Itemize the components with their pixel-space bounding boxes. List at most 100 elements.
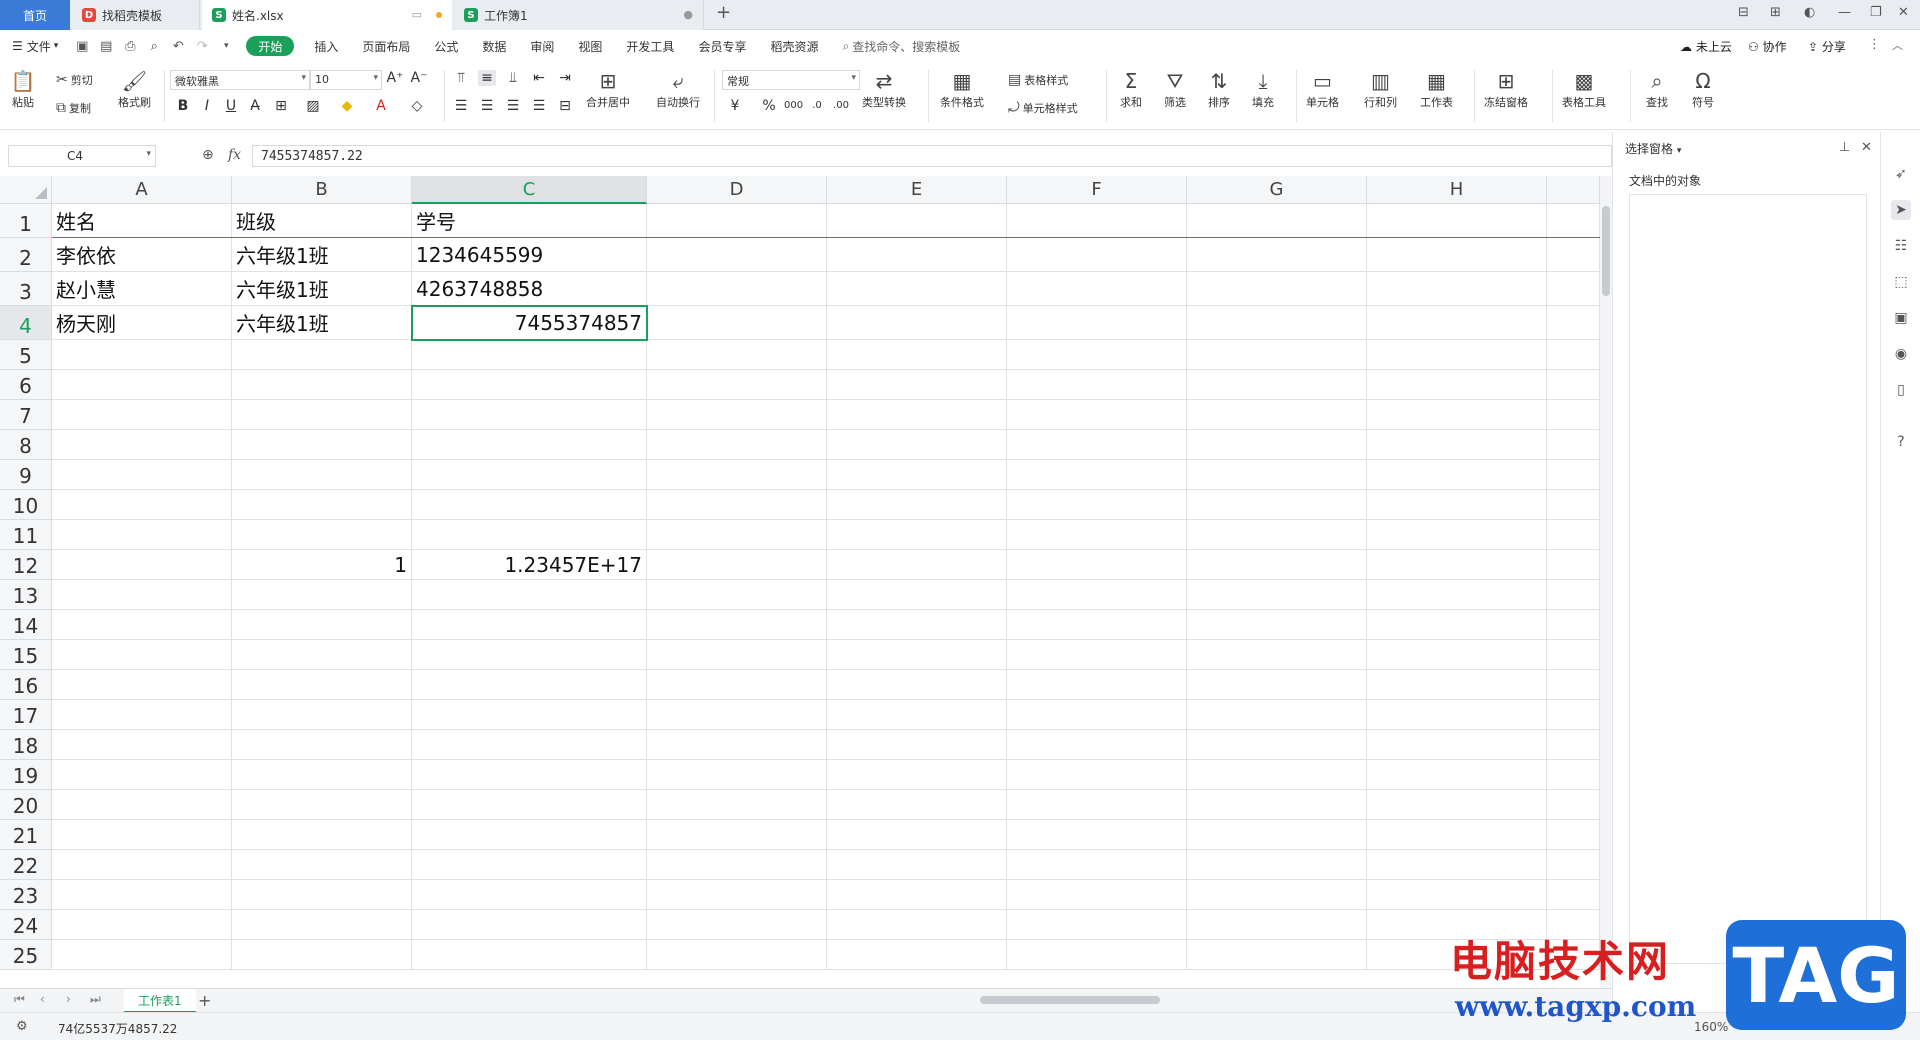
column-header-h[interactable]: H [1367, 176, 1547, 204]
cell-g13[interactable] [1187, 580, 1367, 610]
menu-home[interactable]: 开始 [246, 36, 295, 56]
cell-g8[interactable] [1187, 430, 1367, 460]
cell-a11[interactable] [52, 520, 232, 550]
cell-g12[interactable] [1187, 550, 1367, 580]
cell-a10[interactable] [52, 490, 232, 520]
cell-filler[interactable] [1547, 820, 1600, 850]
cell-f12[interactable] [1007, 550, 1187, 580]
first-sheet-icon[interactable]: ⏮ [14, 992, 25, 1007]
align-right-icon[interactable]: ☰ [504, 98, 522, 114]
row-header-4[interactable]: 4 [0, 306, 52, 340]
cell-c25[interactable] [412, 940, 647, 970]
cell-filler[interactable] [1547, 520, 1600, 550]
cell-filler[interactable] [1547, 400, 1600, 430]
cell-filler[interactable] [1547, 850, 1600, 880]
cell-a23[interactable] [52, 880, 232, 910]
cell-h23[interactable] [1367, 880, 1547, 910]
print-preview-icon[interactable]: ⌕ [145, 37, 163, 55]
close-dot-icon[interactable]: ● [683, 8, 693, 21]
cell-filler[interactable] [1547, 370, 1600, 400]
cell-e22[interactable] [827, 850, 1007, 880]
cell-h9[interactable] [1367, 460, 1547, 490]
sum-button[interactable]: Σ 求和 [1118, 68, 1144, 110]
row-header-12[interactable]: 12 [0, 550, 52, 580]
add-sheet-icon[interactable]: + [198, 991, 211, 1010]
align-top-icon[interactable]: ⫪ [452, 70, 470, 86]
cell-e3[interactable] [827, 272, 1007, 306]
fill-color-icon[interactable]: ◆ [338, 98, 356, 114]
row-header-9[interactable]: 9 [0, 460, 52, 490]
cell-f11[interactable] [1007, 520, 1187, 550]
cell-c11[interactable] [412, 520, 647, 550]
cell-d10[interactable] [647, 490, 827, 520]
cell-h20[interactable] [1367, 790, 1547, 820]
cell-c5[interactable] [412, 340, 647, 370]
cell-g21[interactable] [1187, 820, 1367, 850]
cell-c2[interactable]: 1234645599 [412, 238, 647, 272]
cell-h21[interactable] [1367, 820, 1547, 850]
cell-b9[interactable] [232, 460, 412, 490]
cell-c13[interactable] [412, 580, 647, 610]
cell-f5[interactable] [1007, 340, 1187, 370]
cell-e21[interactable] [827, 820, 1007, 850]
number-format-select[interactable]: 常规 ▾ [722, 70, 860, 90]
cell-g10[interactable] [1187, 490, 1367, 520]
cell-e7[interactable] [827, 400, 1007, 430]
cell-g5[interactable] [1187, 340, 1367, 370]
cell-h2[interactable] [1367, 238, 1547, 272]
cell-g4[interactable] [1187, 306, 1367, 340]
cell-a4[interactable]: 杨天刚 [52, 306, 232, 340]
cut-button[interactable]: ✂ 剪切 [56, 72, 93, 88]
cell-d16[interactable] [647, 670, 827, 700]
cell-e23[interactable] [827, 880, 1007, 910]
fill-button[interactable]: ⤓ 填充 [1250, 68, 1276, 110]
cell-button[interactable]: ▭ 单元格 [1306, 68, 1339, 110]
row-header-10[interactable]: 10 [0, 490, 52, 520]
save-icon[interactable]: ▣ [73, 37, 91, 55]
cell-f22[interactable] [1007, 850, 1187, 880]
paste-button[interactable]: 📋 粘贴 [10, 68, 36, 110]
clear-format-icon[interactable]: ◇ [408, 98, 426, 114]
tab-template[interactable]: D 找稻壳模板 [72, 0, 200, 30]
row-header-22[interactable]: 22 [0, 850, 52, 880]
table-style-button[interactable]: ▤ 表格样式 [1008, 72, 1068, 88]
find-button[interactable]: ⌕ 查找 [1644, 68, 1670, 110]
cell-f1[interactable] [1007, 204, 1187, 238]
cell-d20[interactable] [647, 790, 827, 820]
font-name-select[interactable]: 微软雅黑 ▾ [170, 70, 310, 90]
cell-f8[interactable] [1007, 430, 1187, 460]
share-button[interactable]: ⇪ 分享 [1808, 38, 1846, 55]
currency-icon[interactable]: ¥ [726, 98, 744, 114]
cell-c23[interactable] [412, 880, 647, 910]
cell-h13[interactable] [1367, 580, 1547, 610]
cell-h18[interactable] [1367, 730, 1547, 760]
column-header-g[interactable]: G [1187, 176, 1367, 204]
menu-page-layout[interactable]: 页面布局 [350, 30, 422, 62]
cell-a16[interactable] [52, 670, 232, 700]
cell-filler[interactable] [1547, 272, 1600, 306]
cell-d18[interactable] [647, 730, 827, 760]
monitor-icon[interactable]: ▭ [412, 8, 422, 21]
cell-e15[interactable] [827, 640, 1007, 670]
cell-filler[interactable] [1547, 640, 1600, 670]
zoom-level[interactable]: 160% [1694, 1020, 1728, 1034]
cell-c10[interactable] [412, 490, 647, 520]
cell-e16[interactable] [827, 670, 1007, 700]
cell-e4[interactable] [827, 306, 1007, 340]
cell-g18[interactable] [1187, 730, 1367, 760]
row-header-19[interactable]: 19 [0, 760, 52, 790]
cell-d22[interactable] [647, 850, 827, 880]
cell-b19[interactable] [232, 760, 412, 790]
cell-f20[interactable] [1007, 790, 1187, 820]
cell-filler[interactable] [1547, 460, 1600, 490]
cell-d2[interactable] [647, 238, 827, 272]
row-header-16[interactable]: 16 [0, 670, 52, 700]
cell-f18[interactable] [1007, 730, 1187, 760]
row-header-1[interactable]: 1 [0, 204, 52, 238]
cell-h4[interactable] [1367, 306, 1547, 340]
cursor-select-icon[interactable]: ➤ [1891, 200, 1911, 220]
cell-b1[interactable]: 班级 [232, 204, 412, 238]
cell-b11[interactable] [232, 520, 412, 550]
strikethrough-icon[interactable]: A̶ [246, 98, 264, 114]
cell-filler[interactable] [1547, 490, 1600, 520]
